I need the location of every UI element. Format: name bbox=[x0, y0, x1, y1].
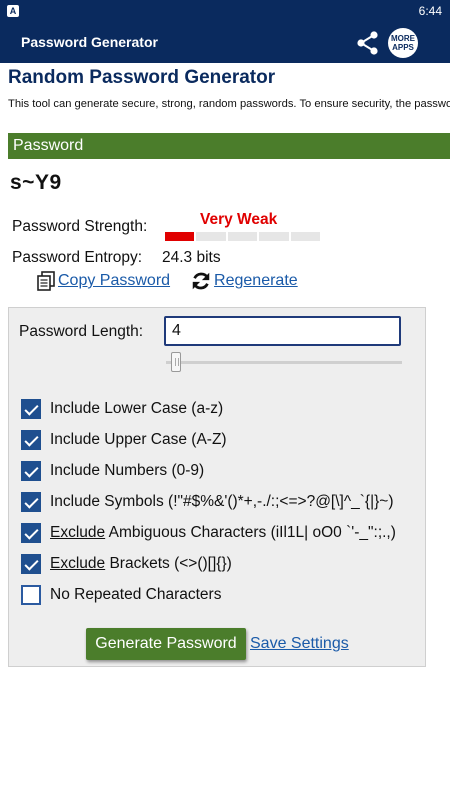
option-row[interactable]: Include Upper Case (A-Z) bbox=[21, 429, 227, 451]
copy-icon[interactable] bbox=[36, 271, 56, 291]
checkbox-checked[interactable] bbox=[21, 461, 41, 481]
strength-label: Password Strength: bbox=[12, 218, 148, 235]
option-label-text: No Repeated Characters bbox=[50, 586, 222, 603]
option-label: Include Upper Case (A-Z) bbox=[50, 431, 227, 449]
option-label: Include Lower Case (a-z) bbox=[50, 400, 223, 418]
option-row[interactable]: Include Symbols (!"#$%&'()*+,-./:;<=>?@[… bbox=[21, 491, 394, 513]
checkbox-checked[interactable] bbox=[21, 554, 41, 574]
option-label-text: Brackets (<>()[]{}) bbox=[105, 555, 232, 572]
more-apps-button[interactable]: MORE APPS bbox=[388, 28, 418, 58]
option-label-text: Include Lower Case (a-z) bbox=[50, 400, 224, 417]
password-length-label: Password Length: bbox=[19, 323, 144, 340]
checkbox-checked[interactable] bbox=[21, 523, 41, 543]
strength-meter bbox=[165, 232, 321, 241]
password-section-header: Password bbox=[8, 133, 450, 159]
regenerate-link[interactable]: Regenerate bbox=[214, 272, 298, 290]
option-row[interactable]: Include Numbers (0-9) bbox=[21, 460, 204, 482]
strength-meter-segment bbox=[196, 232, 226, 241]
option-label-text: Include Symbols (!"#$%&'()*+,-./:;<=>?@[… bbox=[50, 493, 394, 510]
strength-meter-segment bbox=[290, 232, 321, 241]
status-bar: A 6:44 bbox=[0, 0, 450, 23]
page-content: Random Password Generator This tool can … bbox=[0, 63, 450, 800]
generate-password-button[interactable]: Generate Password bbox=[86, 628, 246, 660]
strength-meter-segment bbox=[165, 232, 195, 241]
option-label-prefix: Exclude bbox=[50, 524, 106, 541]
length-slider-handle[interactable] bbox=[171, 352, 181, 372]
more-apps-line2: APPS bbox=[392, 43, 414, 52]
checkbox-checked[interactable] bbox=[21, 430, 41, 450]
password-length-input[interactable]: 4 bbox=[164, 316, 401, 346]
page-description: This tool can generate secure, strong, r… bbox=[8, 98, 450, 110]
more-apps-line1: MORE bbox=[391, 34, 415, 43]
option-row[interactable]: No Repeated Characters bbox=[21, 584, 221, 606]
option-label-text: Include Numbers (0-9) bbox=[50, 462, 205, 479]
app-bar: Password Generator MORE APPS bbox=[0, 23, 450, 63]
option-label: Include Symbols (!"#$%&'()*+,-./:;<=>?@[… bbox=[50, 493, 394, 511]
copy-password-link[interactable]: Copy Password bbox=[58, 272, 170, 290]
notification-icon: A bbox=[7, 5, 19, 17]
option-label: No Repeated Characters bbox=[50, 586, 221, 604]
option-label: Include Numbers (0-9) bbox=[50, 462, 204, 480]
checkbox-checked[interactable] bbox=[21, 492, 41, 512]
checkbox-unchecked[interactable] bbox=[21, 585, 41, 605]
strength-value: Very Weak bbox=[200, 211, 278, 228]
entropy-value: 24.3 bits bbox=[162, 249, 221, 266]
settings-panel: Password Length: 4 Include Lower Case (a… bbox=[8, 307, 426, 667]
status-time: 6:44 bbox=[418, 4, 442, 18]
generated-password[interactable]: s~Y9 bbox=[10, 171, 62, 195]
checkbox-checked[interactable] bbox=[21, 399, 41, 419]
option-label: Exclude Ambiguous Characters (iIl1L| oO0… bbox=[50, 524, 396, 542]
refresh-icon[interactable] bbox=[190, 270, 212, 292]
option-row[interactable]: Exclude Ambiguous Characters (iIl1L| oO0… bbox=[21, 522, 396, 544]
app-title: Password Generator bbox=[21, 34, 158, 50]
entropy-label: Password Entropy: bbox=[12, 249, 143, 266]
save-settings-link[interactable]: Save Settings bbox=[250, 635, 349, 653]
length-slider-track[interactable] bbox=[166, 361, 402, 364]
option-label-text: Include Upper Case (A-Z) bbox=[50, 431, 227, 448]
option-label-text: Ambiguous Characters (iIl1L| oO0 `'-_":;… bbox=[105, 524, 396, 541]
strength-meter-segment bbox=[227, 232, 258, 241]
share-icon[interactable] bbox=[354, 29, 382, 57]
page-title: Random Password Generator bbox=[8, 67, 276, 88]
option-row[interactable]: Exclude Brackets (<>()[]{}) bbox=[21, 553, 232, 575]
option-label: Exclude Brackets (<>()[]{}) bbox=[50, 555, 232, 573]
strength-meter-segment bbox=[259, 232, 289, 241]
option-row[interactable]: Include Lower Case (a-z) bbox=[21, 398, 223, 420]
password-actions: Copy Password Regenerate bbox=[36, 270, 298, 292]
option-label-prefix: Exclude bbox=[50, 555, 106, 572]
